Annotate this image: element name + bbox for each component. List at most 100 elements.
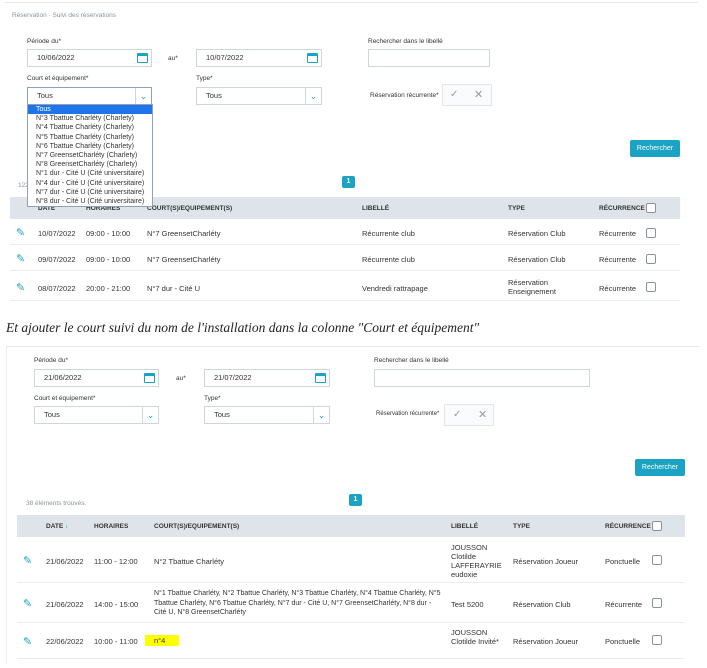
search-input[interactable] bbox=[368, 49, 490, 67]
date-to-input[interactable]: 21/07/2022 bbox=[204, 369, 330, 387]
table-header: DATE ↓ HORAIRES COURT(S)/EQUIPEMENT(S) L… bbox=[17, 515, 685, 537]
court-select[interactable]: Tous ⌄ bbox=[34, 406, 159, 424]
row-court: n°4 bbox=[145, 635, 180, 646]
row-checkbox[interactable] bbox=[652, 598, 662, 608]
table-row: ✎ 09/07/2022 09:00 - 10:00 N°7 GreensetC… bbox=[10, 247, 680, 271]
row-type: Réservation Joueur bbox=[513, 637, 579, 646]
date-to-value: 21/07/2022 bbox=[214, 373, 252, 382]
type-select[interactable]: Tous ⌄ bbox=[196, 87, 322, 105]
col-type: TYPE bbox=[508, 205, 525, 212]
dropdown-option[interactable]: N°7 GreensetCharléty (Charlety) bbox=[28, 151, 152, 160]
sort-arrow-icon[interactable]: ↓ bbox=[65, 523, 68, 530]
row-date: 21/06/2022 bbox=[46, 557, 84, 566]
col-libelle: LIBELLÉ bbox=[451, 523, 479, 530]
court-dropdown-list: Tous N°3 Tbattue Charléty (Charlety) N°4… bbox=[27, 104, 153, 208]
row-time: 14:00 - 15:00 bbox=[94, 600, 139, 609]
calendar-icon[interactable] bbox=[315, 373, 326, 383]
search-button[interactable]: Rechercher bbox=[630, 140, 680, 157]
recurrent-toggle[interactable]: ✓ ✕ bbox=[444, 404, 494, 426]
edit-icon[interactable]: ✎ bbox=[23, 635, 32, 648]
type-select-value: Tous bbox=[206, 91, 222, 100]
dropdown-option[interactable]: N°8 GreensetCharléty (Charlety) bbox=[28, 160, 152, 169]
date-to-input[interactable]: 10/07/2022 bbox=[196, 49, 322, 67]
row-type: Réservation Club bbox=[508, 255, 566, 264]
court-select[interactable]: Tous ⌄ bbox=[27, 87, 152, 105]
court-label: Court et équipement* bbox=[27, 75, 89, 82]
col-recurrence: RÉCURRENCE bbox=[599, 205, 645, 212]
row-court: N°7 dur - Cité U bbox=[147, 284, 201, 293]
row-checkbox[interactable] bbox=[646, 282, 656, 292]
edit-icon[interactable]: ✎ bbox=[23, 597, 32, 610]
row-date: 22/06/2022 bbox=[46, 637, 84, 646]
row-checkbox[interactable] bbox=[652, 555, 662, 565]
table-row: ✎ 21/06/2022 11:00 - 12:00 N°2 Tbattue C… bbox=[17, 539, 685, 583]
select-all-checkbox[interactable] bbox=[646, 203, 656, 213]
recurrent-toggle[interactable]: ✓ ✕ bbox=[442, 84, 492, 106]
row-checkbox[interactable] bbox=[646, 228, 656, 238]
row-libelle: JOUSSON Clotilde Invité* bbox=[451, 628, 499, 646]
close-icon[interactable]: ✕ bbox=[478, 408, 487, 421]
row-libelle: Vendredi rattrapage bbox=[362, 284, 428, 293]
dropdown-option[interactable]: N°6 Tbattue Charléty (Charlety) bbox=[28, 142, 152, 151]
date-from-value: 21/06/2022 bbox=[44, 373, 82, 382]
search-input[interactable] bbox=[374, 369, 590, 387]
row-libelle: Récurrente club bbox=[362, 229, 415, 238]
calendar-icon[interactable] bbox=[307, 53, 318, 63]
period-label: Période du* bbox=[27, 38, 61, 45]
row-date: 10/07/2022 bbox=[38, 229, 76, 238]
row-court: N°7 GreensetCharléty bbox=[147, 229, 221, 238]
dropdown-option[interactable]: N°3 Tbattue Charléty (Charlety) bbox=[28, 114, 152, 123]
check-icon[interactable]: ✓ bbox=[453, 409, 461, 420]
row-checkbox[interactable] bbox=[652, 635, 662, 645]
found-count: 38 éléments trouvés. bbox=[26, 500, 87, 507]
type-select[interactable]: Tous ⌄ bbox=[204, 406, 330, 424]
col-libelle: LIBELLÉ bbox=[362, 205, 390, 212]
breadcrumb: Réservation · Suivi des réservations bbox=[12, 12, 117, 19]
row-recurrence: Ponctuelle bbox=[605, 637, 641, 646]
date-from-input[interactable]: 10/06/2022 bbox=[27, 49, 152, 67]
dropdown-option[interactable]: Tous bbox=[28, 105, 152, 115]
edit-icon[interactable]: ✎ bbox=[23, 554, 32, 567]
court-select-value: Tous bbox=[44, 410, 60, 419]
dropdown-option[interactable]: N°7 dur - Cité U (Cité universitaire) bbox=[28, 188, 152, 197]
calendar-icon[interactable] bbox=[144, 373, 155, 383]
check-icon[interactable]: ✓ bbox=[450, 89, 458, 100]
page-number[interactable]: 1 bbox=[349, 494, 362, 506]
dropdown-option[interactable]: N°5 Tbattue Charléty (Charlety) bbox=[28, 133, 152, 142]
date-from-input[interactable]: 21/06/2022 bbox=[34, 369, 159, 387]
dropdown-option[interactable]: N°8 dur - Cité U (Cité universitaire) bbox=[28, 197, 152, 206]
row-recurrence: Récurrente bbox=[599, 284, 637, 293]
page-number[interactable]: 1 bbox=[342, 176, 355, 188]
row-checkbox[interactable] bbox=[646, 254, 656, 264]
dropdown-option[interactable]: N°4 dur - Cité U (Cité universitaire) bbox=[28, 179, 152, 188]
edit-icon[interactable]: ✎ bbox=[16, 226, 25, 239]
col-type: TYPE bbox=[513, 523, 530, 530]
row-time: 09:00 - 10:00 bbox=[86, 229, 131, 238]
select-all-checkbox[interactable] bbox=[652, 521, 662, 531]
search-button[interactable]: Rechercher bbox=[635, 459, 685, 476]
chevron-down-icon[interactable]: ⌄ bbox=[305, 88, 321, 104]
edit-icon[interactable]: ✎ bbox=[16, 252, 25, 265]
row-date: 08/07/2022 bbox=[38, 284, 76, 293]
row-court: N°2 Tbattue Charléty bbox=[154, 557, 224, 566]
search-label: Rechercher dans le libellé bbox=[368, 38, 443, 45]
chevron-down-icon[interactable]: ⌄ bbox=[142, 407, 158, 423]
table-row: ✎ 10/07/2022 09:00 - 10:00 N°7 GreensetC… bbox=[10, 221, 680, 245]
row-recurrence: Récurrente bbox=[605, 600, 643, 609]
table-row: ✎ 08/07/2022 20:00 - 21:00 N°7 dur - Cit… bbox=[10, 273, 680, 301]
row-libelle: Récurrente club bbox=[362, 255, 415, 264]
chevron-down-icon[interactable]: ⌄ bbox=[135, 88, 151, 104]
col-recurrence: RÉCURRENCE bbox=[605, 523, 651, 530]
row-recurrence: Ponctuelle bbox=[605, 557, 641, 566]
search-label: Rechercher dans le libellé bbox=[374, 357, 449, 364]
row-time: 10:00 - 11:00 bbox=[94, 637, 138, 646]
dropdown-option[interactable]: N°4 Tbattue Charléty (Charlety) bbox=[28, 123, 152, 132]
row-libelle: Test 5200 bbox=[451, 600, 484, 609]
dropdown-option[interactable]: N°1 dur - Cité U (Cité universitaire) bbox=[28, 169, 152, 178]
row-type: Réservation Enseignement bbox=[508, 278, 556, 296]
edit-icon[interactable]: ✎ bbox=[16, 281, 25, 294]
close-icon[interactable]: ✕ bbox=[474, 88, 483, 101]
col-date[interactable]: DATE ↓ bbox=[46, 523, 68, 530]
chevron-down-icon[interactable]: ⌄ bbox=[313, 407, 329, 423]
calendar-icon[interactable] bbox=[137, 53, 148, 63]
